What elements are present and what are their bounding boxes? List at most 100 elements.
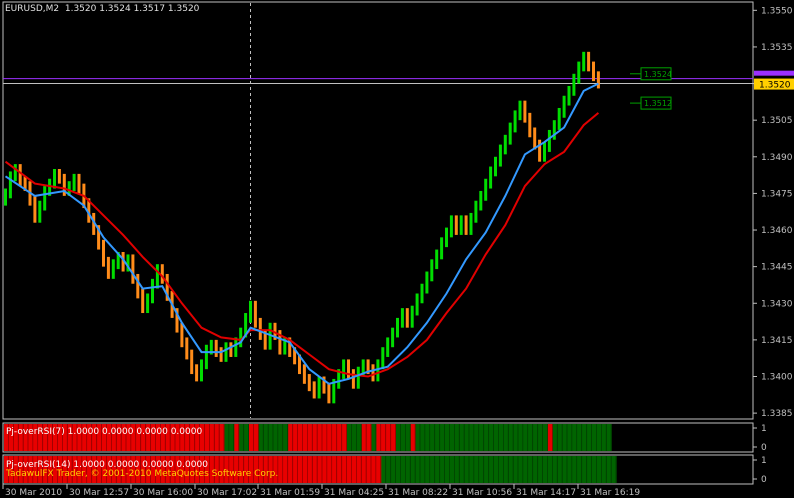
- x-tick-label: 31 Mar 14:17: [516, 488, 576, 498]
- candle: [479, 190, 483, 211]
- candle: [146, 293, 150, 314]
- y-tick-label: 1.3445: [761, 263, 793, 273]
- candle: [562, 95, 566, 118]
- rsi7-tick-label: 0: [761, 443, 767, 453]
- candle: [543, 142, 546, 162]
- y-tick-label: 1.3415: [761, 336, 793, 346]
- candle: [386, 337, 390, 357]
- candle: [498, 144, 502, 167]
- candle: [136, 273, 140, 299]
- y-tick-label: 1.3430: [761, 299, 793, 309]
- x-tick-label: 30 Mar 2010: [5, 488, 62, 498]
- candle: [449, 215, 453, 238]
- candle: [195, 364, 199, 382]
- rsi7-label: Pj-overRSI(7) 1.0000 0.0000 0.0000 0.000…: [6, 427, 203, 437]
- candle: [57, 169, 61, 184]
- candle: [151, 278, 154, 304]
- candle: [200, 359, 203, 382]
- rsi7-tick-label: 1: [761, 424, 767, 434]
- candle: [577, 61, 581, 84]
- rsi14-tick-label: 1: [761, 456, 767, 466]
- candle: [204, 344, 208, 370]
- candle: [430, 259, 434, 282]
- candle: [351, 369, 355, 389]
- candle: [106, 256, 110, 279]
- main-pane-frame: [2, 1, 754, 420]
- level-label: 1.3524: [644, 70, 672, 79]
- ma-slow-line: [4, 112, 600, 378]
- y-tick-label: 1.3475: [761, 189, 793, 199]
- candle: [459, 215, 463, 235]
- bid-price-label: 1.3520: [759, 81, 791, 91]
- candle: [469, 212, 473, 235]
- candle: [302, 364, 306, 384]
- candle: [53, 169, 56, 189]
- candle: [592, 61, 595, 82]
- candle: [4, 188, 7, 206]
- candle: [77, 173, 81, 194]
- candle: [587, 51, 591, 72]
- candle: [131, 254, 135, 284]
- candle: [474, 200, 478, 223]
- candle: [381, 347, 385, 370]
- candle: [327, 383, 331, 404]
- candle: [454, 215, 458, 235]
- horizontal-lines: 1.3520: [3, 70, 794, 91]
- y-tick-label: 1.3400: [761, 373, 793, 383]
- candle: [43, 186, 47, 211]
- x-tick-label: 31 Mar 08:22: [388, 488, 448, 498]
- candle: [214, 339, 218, 357]
- candle: [229, 342, 233, 357]
- candle: [312, 381, 316, 399]
- candle: [489, 166, 493, 189]
- ask-price-marker: [754, 70, 794, 76]
- x-tick-label: 31 Mar 04:25: [324, 488, 384, 498]
- candle: [415, 293, 419, 316]
- candle: [190, 349, 194, 375]
- symbol-title: EURUSD,M2: [5, 4, 60, 14]
- candle: [410, 305, 414, 328]
- candle: [13, 164, 17, 182]
- candle: [518, 100, 522, 121]
- candle: [317, 376, 321, 399]
- y-tick-label: 1.3505: [761, 116, 793, 126]
- price-level-labels: 1.3524 1.3512: [630, 67, 672, 110]
- chart-canvas[interactable]: 1.3550 1.3535 1.3520 1.3505 1.3490 1.3475 1.34…: [0, 0, 794, 498]
- candle: [538, 139, 542, 162]
- x-tick-label: 30 Mar 12:57: [69, 488, 129, 498]
- candle: [494, 156, 497, 177]
- candle: [356, 366, 360, 389]
- candle: [72, 173, 76, 191]
- x-tick-label: 31 Mar 01:59: [260, 488, 320, 498]
- x-tick-label: 31 Mar 16:19: [580, 488, 640, 498]
- x-tick-label: 30 Mar 16:00: [133, 488, 193, 498]
- candle: [180, 322, 184, 348]
- candle: [572, 73, 576, 96]
- candle: [445, 227, 448, 248]
- candle: [508, 122, 512, 145]
- candle: [513, 110, 517, 133]
- x-tick-label: 31 Mar 10:56: [452, 488, 512, 498]
- candle: [582, 51, 586, 72]
- copyright-footer: TadawulFX Trader, © 2001-2010 MetaQuotes…: [6, 469, 279, 479]
- candle: [440, 237, 444, 260]
- candle: [484, 178, 488, 201]
- candle: [503, 134, 507, 155]
- candle: [347, 359, 350, 379]
- x-tick-label: 30 Mar 17:02: [197, 488, 257, 498]
- candle: [533, 127, 537, 150]
- candle: [258, 317, 262, 340]
- candle: [224, 342, 228, 362]
- y-tick-label: 1.3460: [761, 226, 793, 236]
- chart-header: EURUSD,M2 1.3520 1.3524 1.3517 1.3520: [5, 4, 199, 15]
- candle: [396, 317, 399, 338]
- candle: [400, 308, 404, 328]
- x-axis-ticks: 30 Mar 2010 30 Mar 12:57 30 Mar 16:00 30 Ma…: [2, 484, 640, 498]
- candle: [528, 112, 532, 138]
- candle: [253, 300, 257, 328]
- y-tick-label: 1.3385: [761, 409, 793, 419]
- candle: [342, 359, 346, 379]
- level-label: 1.3512: [644, 99, 672, 108]
- candle: [18, 164, 22, 187]
- candle: [155, 264, 159, 289]
